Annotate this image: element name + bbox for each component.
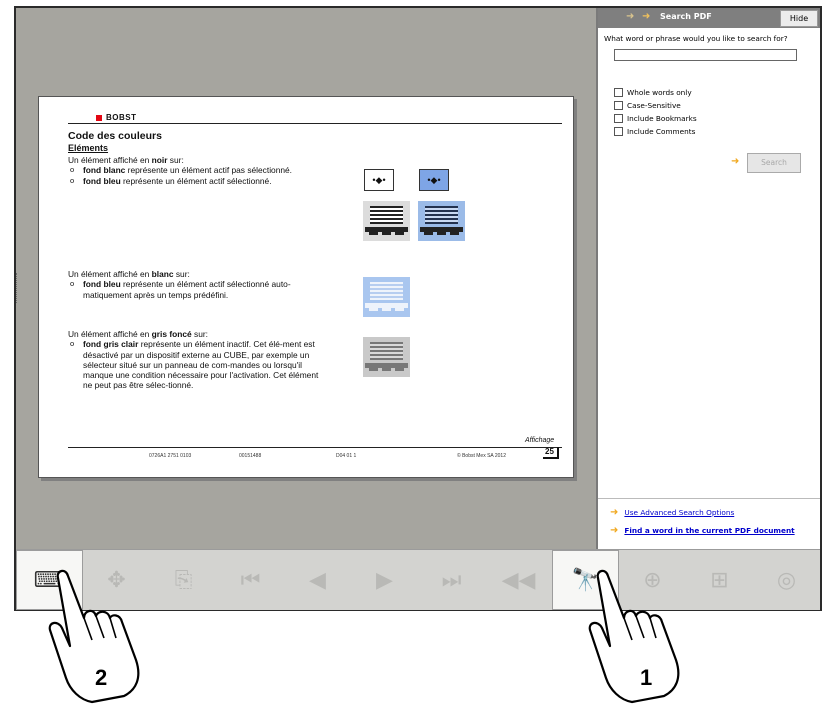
hide-button[interactable]: Hide xyxy=(780,10,818,27)
search-header: ➜ ➜ Search PDF Hide xyxy=(598,8,820,28)
option-include-bookmarks[interactable]: Include Bookmarks xyxy=(614,114,697,123)
first-page-button[interactable]: ⏮ xyxy=(217,550,284,610)
footer-rule xyxy=(68,447,562,448)
pallet-blue-icon xyxy=(418,201,465,241)
option-case-sensitive[interactable]: Case-Sensitive xyxy=(614,101,681,110)
checkbox[interactable] xyxy=(614,101,623,110)
footer-revision: D04 01 1 xyxy=(336,453,357,459)
back-arrow-icon[interactable]: ➜ xyxy=(626,11,634,22)
option-label: Include Bookmarks xyxy=(627,114,697,123)
bullet-item: fond gris clair représente un élément in… xyxy=(68,339,328,390)
find-word-row[interactable]: ➜ Find a word in the current PDF documen… xyxy=(610,525,795,536)
forward-arrow-icon[interactable]: ➜ xyxy=(642,11,650,22)
option-label: Include Comments xyxy=(627,127,696,136)
paragraph-intro: Un élément affiché en gris foncé sur: xyxy=(68,329,208,339)
brand-logo: BOBST xyxy=(96,113,137,123)
callout-2: 2 xyxy=(95,665,108,690)
page-number: 25 xyxy=(543,447,559,459)
app-window: BOBST Code des couleurs Eléments Un élém… xyxy=(14,6,822,611)
footer-number: 00151488 xyxy=(239,453,262,459)
section-label: Affichage xyxy=(525,437,555,444)
pdf-page: BOBST Code des couleurs Eléments Un élém… xyxy=(38,96,574,478)
callout-1: 1 xyxy=(640,665,653,690)
link-arrow-icon: ➜ xyxy=(610,507,619,518)
find-word-link[interactable]: Find a word in the current PDF document xyxy=(624,526,794,535)
search-prompt: What word or phrase would you like to se… xyxy=(604,34,788,43)
previous-view-button[interactable]: ◀◀ xyxy=(485,550,552,610)
paragraph-intro: Un élément affiché en blanc sur: xyxy=(68,269,190,279)
search-input[interactable] xyxy=(614,49,797,61)
bullet-item: fond bleu représente un élément actif sé… xyxy=(68,279,328,300)
option-label: Whole words only xyxy=(627,88,692,97)
option-include-comments[interactable]: Include Comments xyxy=(614,127,695,136)
checkbox[interactable] xyxy=(614,127,623,136)
paragraph-white: Un élément affiché en blanc sur: fond bl… xyxy=(68,269,328,300)
header-rule xyxy=(68,123,562,124)
footer-code: 0726A1 2751 0103 xyxy=(149,453,192,459)
bullet-item: fond blanc représente un élément actif p… xyxy=(68,165,328,175)
paragraph-intro: Un élément affiché en noir sur: xyxy=(68,155,184,165)
bullet-item: fond bleu représente un élément actif sé… xyxy=(68,176,328,186)
search-title: Search PDF xyxy=(660,12,712,21)
option-whole-words[interactable]: Whole words only xyxy=(614,88,692,97)
pallet-light-icon xyxy=(363,277,410,317)
web-button[interactable]: ◎ xyxy=(753,550,820,610)
blue-button-sample: •◆• xyxy=(419,169,449,191)
paragraph-black: Un élément affiché en noir sur: fond bla… xyxy=(68,155,328,186)
option-label: Case-Sensitive xyxy=(627,101,681,110)
panel-divider xyxy=(598,498,820,499)
link-arrow-icon: ➜ xyxy=(610,525,619,536)
paragraph-grey: Un élément affiché en gris foncé sur: fo… xyxy=(68,329,328,391)
brand-square-icon xyxy=(96,114,102,121)
footer-copyright: © Bobst Mex SA 2012 xyxy=(457,453,506,459)
previous-page-button[interactable]: ◀ xyxy=(284,550,351,610)
doc-subtitle: Eléments xyxy=(68,143,109,153)
search-panel: ➜ ➜ Search PDF Hide What word or phrase … xyxy=(596,8,820,549)
white-button-sample: •◆• xyxy=(364,169,394,191)
pallet-white-icon xyxy=(363,201,410,241)
pallet-grey-icon xyxy=(363,337,410,377)
advanced-search-link[interactable]: Use Advanced Search Options xyxy=(624,508,734,517)
next-page-button[interactable]: ▶ xyxy=(351,550,418,610)
search-button[interactable]: Search xyxy=(747,153,801,173)
checkbox[interactable] xyxy=(614,114,623,123)
checkbox[interactable] xyxy=(614,88,623,97)
doc-title: Code des couleurs xyxy=(68,130,162,142)
advanced-search-row[interactable]: ➜ Use Advanced Search Options xyxy=(610,507,734,518)
search-arrow-icon: ➜ xyxy=(731,156,740,167)
last-page-button[interactable]: ⏭ xyxy=(418,550,485,610)
splitter-handle[interactable] xyxy=(16,273,21,303)
brand-name: BOBST xyxy=(106,113,137,122)
pdf-viewer[interactable]: BOBST Code des couleurs Eléments Un élém… xyxy=(16,8,596,549)
